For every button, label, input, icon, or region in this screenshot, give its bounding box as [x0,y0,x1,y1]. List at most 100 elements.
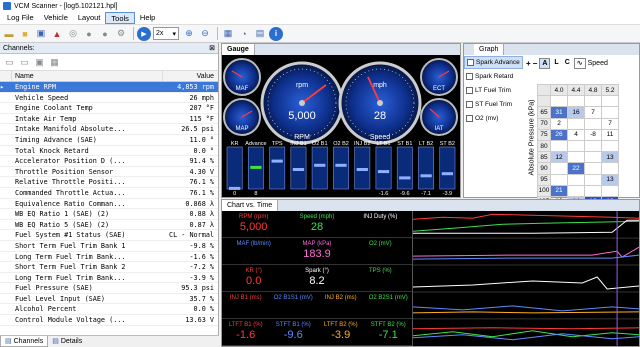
table-cell[interactable]: 2 [550,117,568,130]
channel-row[interactable]: Timing Advance (SAE) 11.0 ° [0,135,218,146]
channel-row[interactable]: WB EQ Ratio 1 (SAE) (2) 0.88 λ [0,209,218,220]
legend-item[interactable]: Spark Advance [464,56,523,69]
table-cell[interactable]: 4 [567,128,585,141]
tab-graph[interactable]: Graph [474,44,505,55]
connect-icon[interactable]: ◎ [66,27,80,41]
table-cell[interactable] [567,95,585,108]
channel-row[interactable]: Fuel System #1 Status (SAE) CL - Normal [0,230,218,241]
table-cell[interactable] [567,173,585,186]
legend-item[interactable]: O2 (mv) [464,112,523,125]
tab-chart-vs-time[interactable]: Chart vs. Time [222,200,279,211]
channel-row[interactable]: Short Term Fuel Trim Bank 1 -9.8 % [0,241,218,252]
table-icon[interactable]: ▤ [253,27,267,41]
pin-icon[interactable]: ⊠ [209,43,218,53]
mode-a-button[interactable]: A [539,57,551,69]
tab-channels[interactable]: ▤ Channels [0,336,49,347]
table-cell[interactable] [567,151,585,164]
open-folder-icon[interactable]: ■ [18,27,32,41]
channel-row[interactable]: Equivalence Ratio Comman... 0.868 λ [0,199,218,210]
time-chart-plot[interactable] [412,211,639,346]
tab-details[interactable]: ▤ Details [48,336,86,347]
table-cell[interactable] [601,106,619,119]
table-cell[interactable] [567,184,585,197]
settings-icon[interactable]: ⚙ [114,27,128,41]
table-cell[interactable] [584,117,602,130]
channel-row[interactable]: WB EQ Ratio 5 (SAE) (2) 0.87 λ [0,220,218,231]
channel-row[interactable]: Long Term Fuel Trim Bank... -3.9 % [0,273,218,284]
vehicle-icon[interactable]: ▲ [50,27,64,41]
channel-row[interactable]: ▸ Engine RPM 4,853 rpm [0,82,218,93]
channel-row[interactable]: Commanded Throttle Actua... 76.1 % [0,188,218,199]
table-cell[interactable] [584,139,602,153]
legend-item[interactable]: LT Fuel Trim [464,84,523,97]
tab-gauge[interactable]: Gauge [222,44,255,55]
mode-l-button[interactable]: L [552,58,560,69]
new-icon[interactable]: ▬ [2,27,16,41]
table-cell[interactable] [601,162,619,175]
table-cell[interactable] [584,184,602,197]
table-cell[interactable] [550,162,568,175]
value-column-header[interactable]: Value [163,71,218,81]
table-cell[interactable] [601,139,619,153]
table-cell[interactable] [584,173,602,186]
wave-icon[interactable]: ∿ [573,57,586,69]
table-cell[interactable] [567,117,585,130]
table-cell[interactable] [550,173,568,186]
legend-item[interactable]: ST Fuel Trim [464,98,523,111]
table-cell[interactable]: 13 [601,173,619,186]
table-cell[interactable] [584,95,602,108]
channel-row[interactable]: Alcohol Percent 0.0 % [0,304,218,316]
table-cell[interactable]: 31 [550,106,568,119]
menu-item-log-file[interactable]: Log File [2,12,39,24]
table-cell[interactable]: 12 [550,151,568,164]
stop-icon[interactable]: ● [98,27,112,41]
channel-row[interactable]: Intake Air Temp 115 °F [0,114,218,125]
table-cell[interactable] [567,139,585,153]
zoom-plus-button[interactable]: + [526,59,531,68]
grid-icon[interactable]: ▦ [221,27,235,41]
zoom-out-icon[interactable]: ⊖ [198,27,212,41]
menu-item-tools[interactable]: Tools [105,12,135,24]
legend-item[interactable]: Spark Retard [464,70,523,83]
save-channels-icon[interactable]: ▣ [33,56,46,69]
channel-row[interactable]: Relative Throttle Positi... 76.1 % [0,177,218,188]
table-cell[interactable]: 7 [584,106,602,119]
channel-settings-icon[interactable]: ▦ [48,56,61,69]
table-cell[interactable] [550,139,568,153]
play-icon[interactable]: ▶ [137,26,151,41]
channel-row[interactable]: Total Knock Retard 0.0 ° [0,146,218,157]
zoom-in-icon[interactable]: ⊕ [182,27,196,41]
channel-row[interactable]: Engine Coolant Temp 207 °F [0,103,218,114]
mode-c-button[interactable]: C [563,58,572,69]
channel-row[interactable]: Long Term Fuel Trim Bank... -1.6 % [0,252,218,263]
table-cell[interactable] [601,95,619,108]
channel-row[interactable]: Short Term Fuel Trim Bank 2 -7.2 % [0,262,218,273]
table-cell[interactable] [584,151,602,164]
table-cell[interactable] [601,184,619,197]
channel-row[interactable]: Throttle Position Sensor 4.30 V [0,167,218,178]
zoom-minus-button[interactable]: − [533,59,538,68]
channel-row[interactable]: Accelerator Position D (... 91.4 % [0,156,218,167]
table-cell[interactable]: 22 [567,162,585,175]
gauge-icon[interactable]: ◔ [237,27,251,41]
table-cell[interactable]: 11 [601,128,619,141]
menu-item-vehicle[interactable]: Vehicle [39,12,73,24]
table-cell[interactable]: -8 [584,128,602,141]
save-icon[interactable]: ▣ [34,27,48,41]
menu-item-help[interactable]: Help [135,12,160,24]
record-icon[interactable]: ● [82,27,96,41]
menu-item-layout[interactable]: Layout [73,12,106,24]
channel-row[interactable]: Intake Manifold Absolute... 26.5 psi [0,124,218,135]
table-cell[interactable] [584,162,602,175]
remove-channel-icon[interactable]: ▭ [18,56,31,69]
zoom-select[interactable]: 2x ▾ [153,27,179,40]
speed-field[interactable]: Speed [588,60,608,67]
name-column-header[interactable]: Name [12,71,163,81]
table-cell[interactable]: 13 [601,151,619,164]
channel-row[interactable]: Fuel Pressure (SAE) 95.3 psi [0,283,218,294]
table-cell[interactable] [550,95,568,108]
channel-row[interactable]: Vehicle Speed 26 mph [0,93,218,104]
channel-row[interactable]: Control Module Voltage (... 13.63 V [0,315,218,326]
add-channel-icon[interactable]: ▭ [3,56,16,69]
channel-row[interactable]: Fuel Level Input (SAE) 35.7 % [0,294,218,305]
